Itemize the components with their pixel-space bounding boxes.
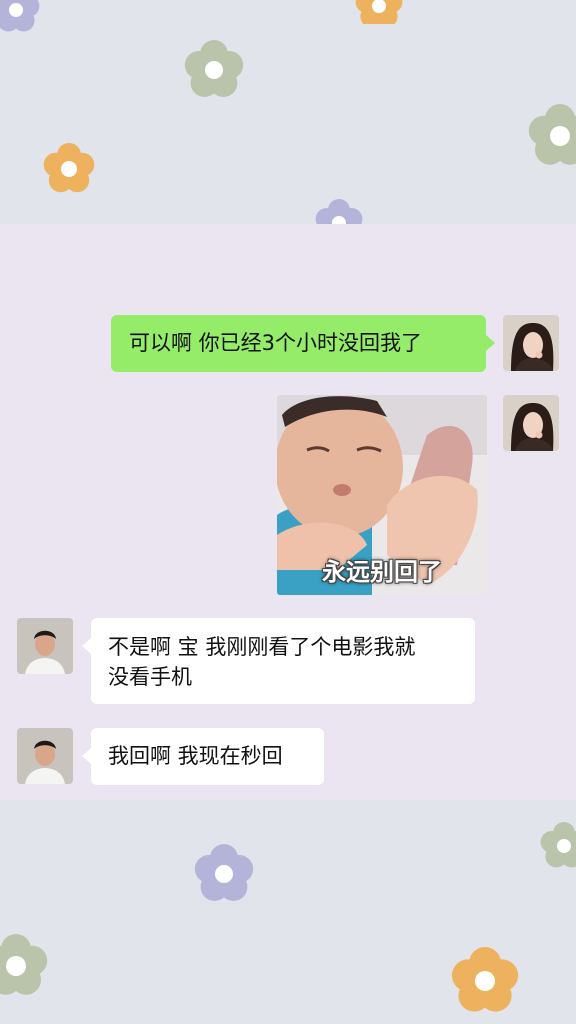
flower-decoration	[0, 0, 40, 32]
sticker-image[interactable]: 永远别回了	[277, 395, 487, 595]
avatar-female[interactable]	[503, 315, 559, 371]
bubble-tail	[486, 335, 495, 351]
flower-decoration	[194, 844, 254, 901]
message-text-line: 没看手机	[108, 665, 192, 689]
sticker-caption: 永远别回了	[322, 558, 442, 586]
flower-decoration	[184, 40, 244, 97]
flower-decoration	[528, 104, 576, 165]
flower-decoration	[355, 0, 403, 24]
flower-decoration	[540, 822, 576, 868]
flower-decoration	[451, 947, 519, 1012]
avatar-male[interactable]	[17, 728, 73, 784]
message-text-line: 不是啊 宝 我刚刚看了个电影我就	[108, 635, 416, 659]
flower-decoration	[315, 199, 363, 224]
message-text: 可以啊 你已经3个小时没回我了	[129, 331, 423, 355]
flower-decoration	[43, 143, 95, 193]
message-text: 我回啊 我现在秒回	[108, 744, 283, 768]
avatar-female[interactable]	[503, 395, 559, 451]
message-bubble-outgoing[interactable]: 可以啊 你已经3个小时没回我了	[111, 315, 486, 372]
message-bubble-incoming[interactable]: 不是啊 宝 我刚刚看了个电影我就 没看手机	[91, 618, 475, 704]
bubble-tail	[82, 748, 91, 764]
bubble-tail	[82, 638, 91, 654]
message-bubble-incoming[interactable]: 我回啊 我现在秒回	[91, 728, 324, 785]
flower-decoration	[0, 934, 48, 995]
avatar-male[interactable]	[17, 618, 73, 674]
